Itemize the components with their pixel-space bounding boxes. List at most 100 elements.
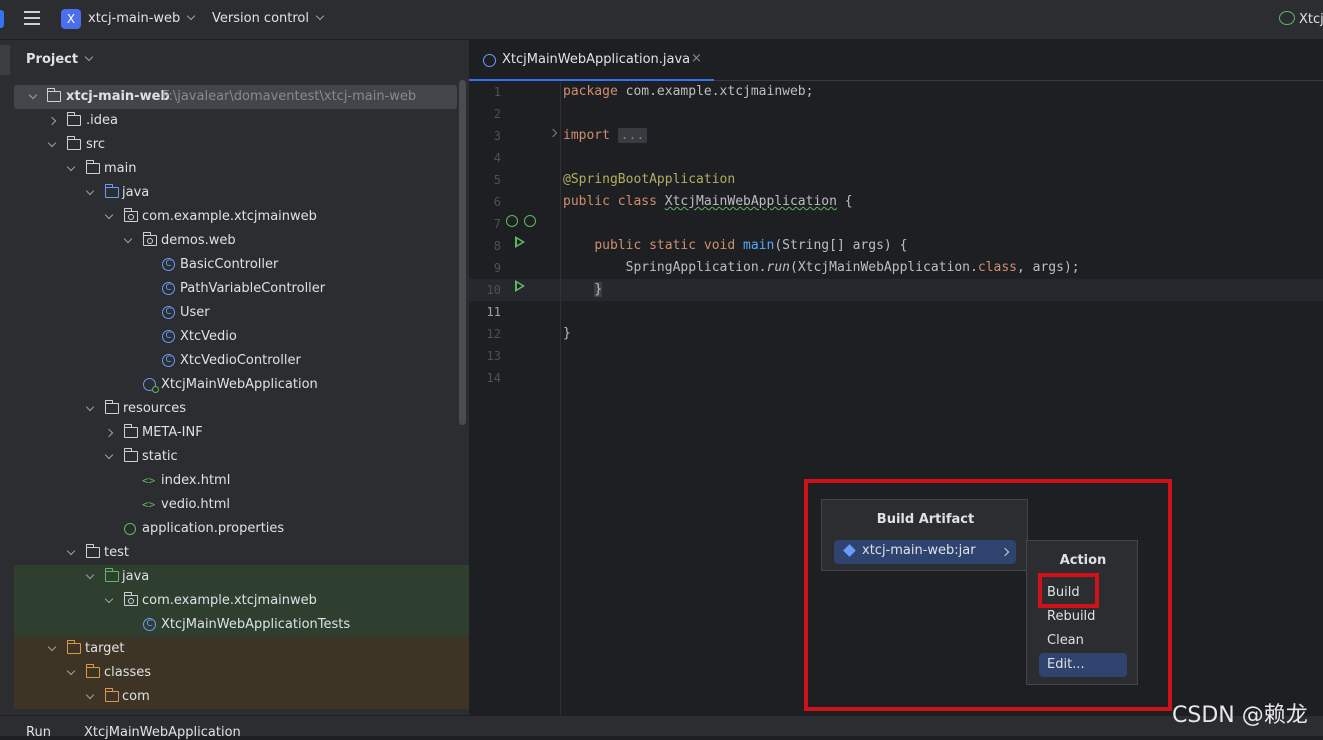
project-badge-icon[interactable]: X: [61, 9, 81, 29]
line-number: 7: [493, 217, 501, 231]
tree-item[interactable]: application.properties: [14, 517, 469, 541]
tree-item[interactable]: com: [14, 685, 469, 709]
spring-bean-icon[interactable]: [506, 215, 518, 227]
expand-arrow-icon[interactable]: [104, 594, 114, 604]
excluded-folder-icon: [86, 664, 100, 678]
project-name: xtcj-main-web: [88, 11, 181, 26]
tree-item-label: static: [142, 449, 178, 464]
expand-arrow-icon[interactable]: [47, 642, 57, 652]
run-tab[interactable]: Run: [26, 725, 51, 740]
line-number: 8: [493, 239, 501, 253]
tree-item[interactable]: target: [14, 637, 469, 661]
tree-item[interactable]: C XtcVedio: [14, 325, 469, 349]
tree-item-label: com: [122, 689, 150, 704]
editor-tab[interactable]: XtcjMainWebApplication.java ×: [469, 40, 714, 81]
line-number: 6: [493, 195, 501, 209]
version-control-menu[interactable]: Version control: [212, 11, 325, 26]
expand-arrow-icon[interactable]: [66, 546, 76, 556]
project-panel-header[interactable]: Project: [26, 52, 94, 67]
code-text: SpringApplication.: [625, 260, 767, 275]
spring-bean-icon[interactable]: [524, 215, 536, 227]
keyword: package: [563, 84, 618, 99]
excluded-folder-icon: [105, 688, 119, 702]
tree-item[interactable]: com.example.xtcjmainweb: [14, 205, 469, 229]
tree-item-label: XtcVedioController: [180, 353, 301, 368]
action-rebuild[interactable]: Rebuild: [1039, 605, 1127, 629]
line-number: 3: [493, 129, 501, 143]
package-icon: [143, 232, 157, 246]
tree-item[interactable]: java: [14, 565, 469, 589]
source-folder-icon: [105, 184, 119, 198]
tree-item-root[interactable]: xtcj-main-web F:\javalear\domaventest\xt…: [14, 85, 457, 109]
tree-item-label: BasicController: [180, 257, 279, 272]
tab-label: XtcjMainWebApplication.java: [502, 52, 691, 67]
tree-item[interactable]: META-INF: [14, 421, 469, 445]
expand-arrow-icon[interactable]: [104, 210, 114, 220]
expand-arrow-icon[interactable]: [47, 116, 57, 126]
project-switcher[interactable]: xtcj-main-web: [88, 11, 196, 26]
tree-item[interactable]: com.example.xtcjmainweb: [14, 589, 469, 613]
test-folder-icon: [105, 568, 119, 582]
tree-item[interactable]: <> vedio.html: [14, 493, 469, 517]
resources-folder-icon: [105, 400, 119, 414]
expand-arrow-icon[interactable]: [85, 186, 95, 196]
run-config-selector[interactable]: Xtcj: [1279, 11, 1323, 27]
tree-item[interactable]: test: [14, 541, 469, 565]
code-line: @SpringBootApplication: [563, 169, 735, 191]
class-icon: C: [162, 306, 175, 319]
tree-item[interactable]: <> index.html: [14, 469, 469, 493]
expand-arrow-icon[interactable]: [85, 570, 95, 580]
expand-arrow-icon[interactable]: [104, 450, 114, 460]
run-icon[interactable]: [515, 236, 525, 248]
chevron-down-icon: [315, 11, 325, 21]
tree-item[interactable]: classes: [14, 661, 469, 685]
project-panel: Project xtcj-main-web F:\javalear\domave…: [14, 40, 469, 715]
expand-arrow-icon[interactable]: [123, 234, 133, 244]
run-icon[interactable]: [515, 280, 525, 292]
folded-imports[interactable]: ...: [617, 128, 648, 143]
line-number: 10: [486, 283, 501, 297]
project-tool-button[interactable]: [0, 45, 10, 75]
expand-arrow-icon[interactable]: [47, 138, 57, 148]
expand-arrow-icon[interactable]: [66, 162, 76, 172]
folder-icon: [67, 136, 81, 150]
code-line: public class XtcjMainWebApplication {: [563, 191, 853, 213]
tree-item[interactable]: C XtcVedioController: [14, 349, 469, 373]
expand-arrow-icon[interactable]: [66, 666, 76, 676]
line-number: 12: [486, 327, 501, 341]
annotation: @SpringBootApplication: [563, 172, 736, 187]
tree-item-label: com.example.xtcjmainweb: [142, 209, 317, 224]
close-icon[interactable]: ×: [691, 51, 702, 66]
tree-item[interactable]: java: [14, 181, 469, 205]
tree-item[interactable]: C XtcjMainWebApplicationTests: [14, 613, 469, 637]
project-panel-title: Project: [26, 52, 79, 67]
action-edit[interactable]: Edit...: [1039, 653, 1127, 677]
artifact-item[interactable]: xtcj-main-web:jar: [834, 540, 1016, 564]
expand-arrow-icon[interactable]: [104, 428, 114, 438]
tree-item-label: main: [104, 161, 137, 176]
keyword: public class: [563, 194, 657, 209]
expand-arrow-icon[interactable]: [28, 90, 38, 100]
tree-item[interactable]: src: [14, 133, 469, 157]
tree-item-label: java: [122, 569, 150, 584]
action-clean[interactable]: Clean: [1039, 629, 1127, 653]
tree-item[interactable]: C User: [14, 301, 469, 325]
tree-item[interactable]: C PathVariableController: [14, 277, 469, 301]
test-class-icon: C: [143, 618, 156, 631]
tree-item[interactable]: XtcjMainWebApplication: [14, 373, 469, 397]
main-menu-icon[interactable]: [24, 11, 40, 25]
tree-item[interactable]: .idea: [14, 109, 469, 133]
tree-item[interactable]: demos.web: [14, 229, 469, 253]
expand-arrow-icon[interactable]: [85, 690, 95, 700]
tree-item[interactable]: main: [14, 157, 469, 181]
expand-arrow-icon[interactable]: [85, 402, 95, 412]
line-number: 14: [486, 371, 501, 385]
run-app-tab[interactable]: XtcjMainWebApplication: [84, 725, 241, 740]
tree-item[interactable]: resources: [14, 397, 469, 421]
keyword: class: [977, 260, 1017, 275]
tree-item[interactable]: static: [14, 445, 469, 469]
title-bar: X xtcj-main-web Version control Xtcj: [0, 0, 1323, 40]
tree-item-label: XtcVedio: [180, 329, 237, 344]
tree-item[interactable]: C BasicController: [14, 253, 469, 277]
fold-arrow-icon[interactable]: [548, 128, 558, 138]
